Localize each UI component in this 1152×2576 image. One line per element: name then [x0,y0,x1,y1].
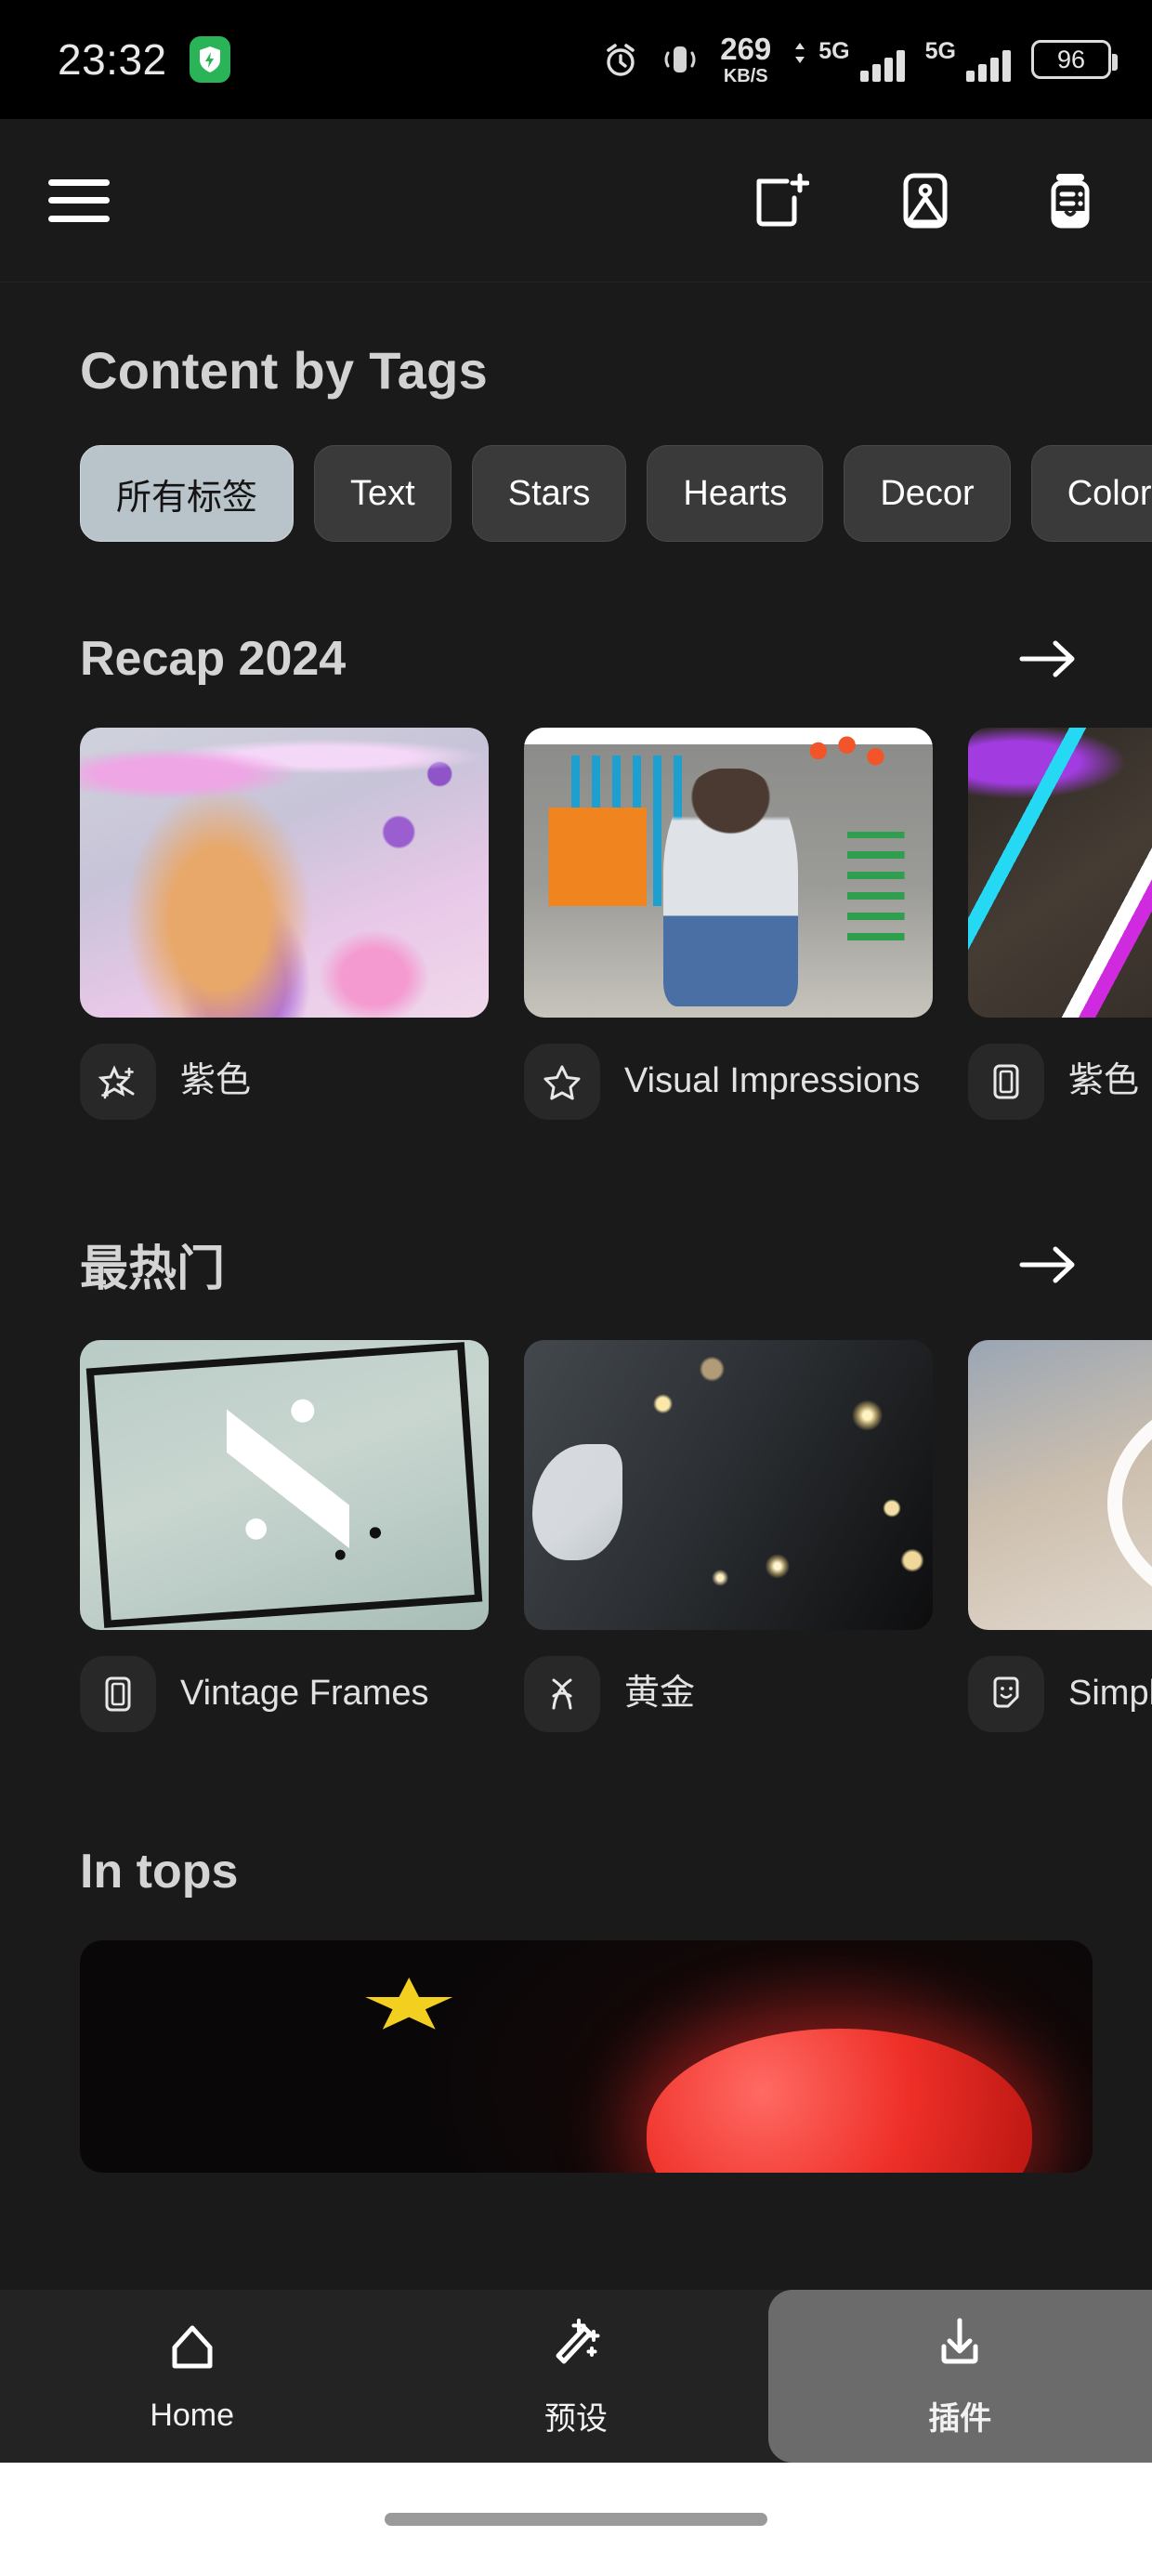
scroll-content[interactable]: Content by Tags 所有标签 Text Stars Hearts D… [0,283,1152,2349]
tag-chip-hearts[interactable]: Hearts [647,445,824,542]
network-speed-indicator: 269 KB/S [720,33,771,85]
item-thumbnail[interactable] [80,728,489,1018]
tag-chip-stars[interactable]: Stars [471,445,627,542]
phone-screen: 23:32 269 KB/S 5G 5G 96 Content by Tags … [0,0,1152,2576]
status-bar: 23:32 269 KB/S 5G 5G 96 [0,0,1152,119]
hamburger-menu-icon[interactable] [48,178,110,222]
network-speed-unit: KB/S [723,66,768,86]
tag-chip-decor[interactable]: Decor [844,445,1011,542]
gesture-navigation-area [0,2463,1152,2576]
page-title: Content by Tags [80,341,489,400]
frame-icon [968,1044,1044,1120]
download-icon [941,2318,978,2363]
tag-filter-row[interactable]: 所有标签 Text Stars Hearts Decor Color [0,401,1152,542]
signal-sim1: 5G [792,37,905,82]
hottest-section-title: 最热门 [80,1242,226,1296]
item-meta: 紫色 [80,1044,489,1120]
item-thumbnail[interactable] [968,728,1152,1018]
recap-section-header: Recap 2024 [0,631,1152,687]
nav-label-plugins: 插件 [928,2400,992,2437]
hottest-section-header: 最热门 [0,1229,1152,1299]
list-item[interactable]: Simple Fi 2 [968,1340,1152,1732]
sparkle-star-icon [80,1044,156,1120]
alarm-clock-icon [607,44,635,76]
archive-box-icon[interactable] [1037,167,1104,234]
sticker-smile-icon [968,1656,1044,1732]
sim1-signal-bars [859,49,905,82]
in-tops-section-header: In tops [0,1844,1152,1899]
sim2-signal-bars [966,49,1011,82]
network-speed-value: 269 [720,32,772,66]
nav-item-presets[interactable]: 预设 [384,2290,767,2463]
item-thumbnail[interactable] [524,728,933,1018]
item-label: 紫色 [180,1061,252,1101]
new-project-icon[interactable] [747,167,814,234]
nav-item-home[interactable]: Home [0,2290,384,2463]
tag-chip-all[interactable]: 所有标签 [80,445,295,542]
item-thumbnail[interactable] [524,1340,933,1630]
in-tops-hero-thumbnail[interactable] [80,1940,1093,2173]
data-transfer-icon [795,42,805,63]
recap-section-title: Recap 2024 [80,632,347,686]
item-meta: 紫色 [968,1044,1152,1120]
ribbon-knot-icon [524,1656,600,1732]
gesture-home-bar[interactable] [385,2513,767,2526]
star-outline-icon [524,1044,600,1120]
app-bar [0,119,1152,283]
item-meta: Simple Fi 2 [968,1656,1152,1732]
nav-label-presets: 预设 [543,2400,608,2437]
in-tops-section-title: In tops [80,1845,239,1899]
recap-carousel[interactable]: 紫色 Visual Impressions 紫色 [0,728,1152,1120]
tags-section-header: Content by Tags [0,283,1152,401]
status-bar-indicators: 269 KB/S 5G 5G 96 [601,33,1118,85]
sim1-network-label: 5G [818,37,850,64]
list-item[interactable]: 紫色 [968,728,1152,1120]
item-meta: Visual Impressions [524,1044,933,1120]
magic-wand-icon [556,2318,600,2363]
item-meta: Vintage Frames [80,1656,489,1732]
status-bar-clock: 23:32 [58,35,167,84]
list-item[interactable]: Visual Impressions [524,728,933,1120]
item-label: Vintage Frames [180,1674,429,1714]
item-thumbnail[interactable] [80,1340,489,1630]
item-label: Visual Impressions [624,1061,921,1101]
list-item[interactable]: 黄金 [524,1340,933,1732]
list-item[interactable]: Vintage Frames [80,1340,489,1732]
signal-sim2: 5G [925,38,1011,82]
sim2-network-label: 5G [924,37,956,64]
shield-bolt-icon [189,36,230,83]
gallery-image-icon[interactable] [892,167,959,234]
item-label: 紫色 [1068,1061,1140,1101]
hottest-carousel[interactable]: Vintage Frames 黄金 Simp [0,1340,1152,1732]
item-thumbnail[interactable] [968,1340,1152,1630]
list-item[interactable]: 紫色 [80,728,489,1120]
arrow-right-icon[interactable] [1016,633,1081,685]
bottom-navigation: Home 预设 插件 [0,2290,1152,2463]
arrow-right-icon[interactable] [1016,1239,1081,1291]
battery-indicator: 96 [1031,40,1118,79]
app-bar-actions [747,167,1104,234]
item-label: 黄金 [624,1674,696,1714]
nav-label-home: Home [150,2397,235,2433]
tag-chip-color[interactable]: Color [1030,445,1152,542]
battery-level-text: 96 [1056,45,1086,73]
vibrate-icon [664,46,696,72]
frame-icon [80,1656,156,1732]
nav-item-plugins[interactable]: 插件 [767,2290,1152,2463]
item-meta: 黄金 [524,1656,933,1732]
home-icon [172,2325,213,2368]
tag-chip-text[interactable]: Text [314,445,452,542]
item-label: Simple Fi 2 [1068,1674,1152,1714]
